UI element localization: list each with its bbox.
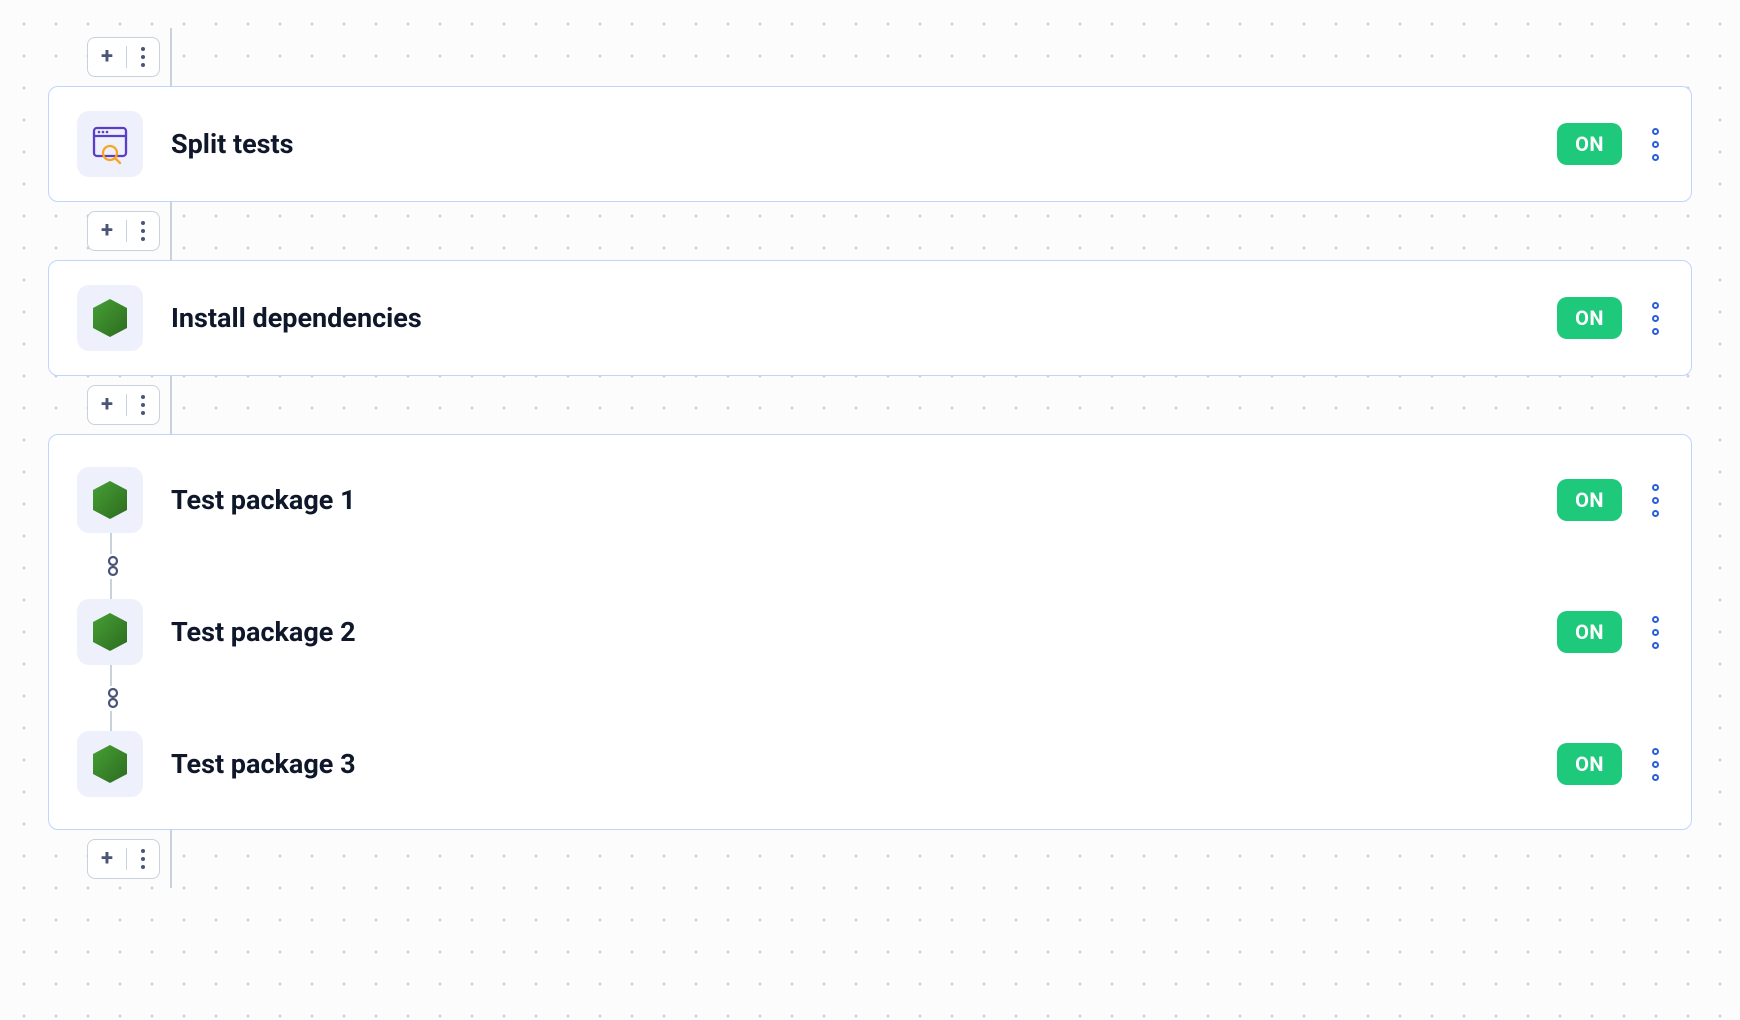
step-controls: ON (1557, 743, 1663, 785)
step-title: Test package 1 (171, 484, 1529, 516)
node-icon (77, 599, 143, 665)
step-title: Split tests (171, 128, 1529, 160)
add-step-controls: + (87, 839, 160, 879)
connector-row: + (48, 830, 1692, 888)
add-step-controls: + (87, 385, 160, 425)
plus-icon: + (101, 394, 113, 416)
step-title: Install dependencies (171, 302, 1529, 334)
toggle-on[interactable]: ON (1557, 611, 1622, 653)
add-button[interactable]: + (88, 38, 126, 76)
kebab-icon (1652, 616, 1659, 623)
kebab-icon (1652, 128, 1659, 135)
node-icon (77, 285, 143, 351)
kebab-icon (1652, 484, 1659, 491)
connector-line (170, 830, 172, 888)
more-button[interactable] (127, 386, 159, 424)
sub-step-test-package-1[interactable]: Test package 1 ON (77, 467, 1663, 533)
node-icon (77, 731, 143, 797)
add-step-controls: + (87, 211, 160, 251)
link-icon (100, 554, 125, 579)
step-controls: ON (1557, 123, 1663, 165)
kebab-icon (141, 219, 145, 243)
step-group-card[interactable]: Test package 1 ON (48, 434, 1692, 830)
add-step-controls: + (87, 37, 160, 77)
toggle-on[interactable]: ON (1557, 297, 1622, 339)
add-button[interactable]: + (88, 212, 126, 250)
kebab-icon (141, 45, 145, 69)
connector-row: + (48, 202, 1692, 260)
toggle-on[interactable]: ON (1557, 743, 1622, 785)
node-icon (77, 467, 143, 533)
step-title: Test package 3 (171, 748, 1529, 780)
plus-icon: + (101, 848, 113, 870)
connector-line (170, 202, 172, 260)
connector-line (170, 376, 172, 434)
step-controls: ON (1557, 611, 1663, 653)
more-button[interactable] (127, 212, 159, 250)
script-icon (77, 111, 143, 177)
step-menu-button[interactable] (1648, 612, 1663, 653)
step-card-install-dependencies[interactable]: Install dependencies ON (48, 260, 1692, 376)
connector-line (170, 28, 172, 86)
step-menu-button[interactable] (1648, 124, 1663, 165)
toggle-on[interactable]: ON (1557, 479, 1622, 521)
step-controls: ON (1557, 479, 1663, 521)
plus-icon: + (101, 220, 113, 242)
step-menu-button[interactable] (1648, 298, 1663, 339)
connector-row: + (48, 28, 1692, 86)
sub-step-test-package-3[interactable]: Test package 3 ON (77, 731, 1663, 797)
kebab-icon (1652, 302, 1659, 309)
step-title: Test package 2 (171, 616, 1529, 648)
link-icon (100, 686, 125, 711)
kebab-icon (141, 393, 145, 417)
kebab-icon (141, 847, 145, 871)
more-button[interactable] (127, 38, 159, 76)
step-menu-button[interactable] (1648, 744, 1663, 785)
more-button[interactable] (127, 840, 159, 878)
connector-row: + (48, 376, 1692, 434)
plus-icon: + (101, 46, 113, 68)
add-button[interactable]: + (88, 386, 126, 424)
workflow-canvas: + Split tests ON (0, 0, 1740, 918)
step-controls: ON (1557, 297, 1663, 339)
link-connector (77, 665, 1663, 731)
sub-step-test-package-2[interactable]: Test package 2 ON (77, 599, 1663, 665)
kebab-icon (1652, 748, 1659, 755)
add-button[interactable]: + (88, 840, 126, 878)
step-menu-button[interactable] (1648, 480, 1663, 521)
link-connector (77, 533, 1663, 599)
toggle-on[interactable]: ON (1557, 123, 1622, 165)
step-card-split-tests[interactable]: Split tests ON (48, 86, 1692, 202)
